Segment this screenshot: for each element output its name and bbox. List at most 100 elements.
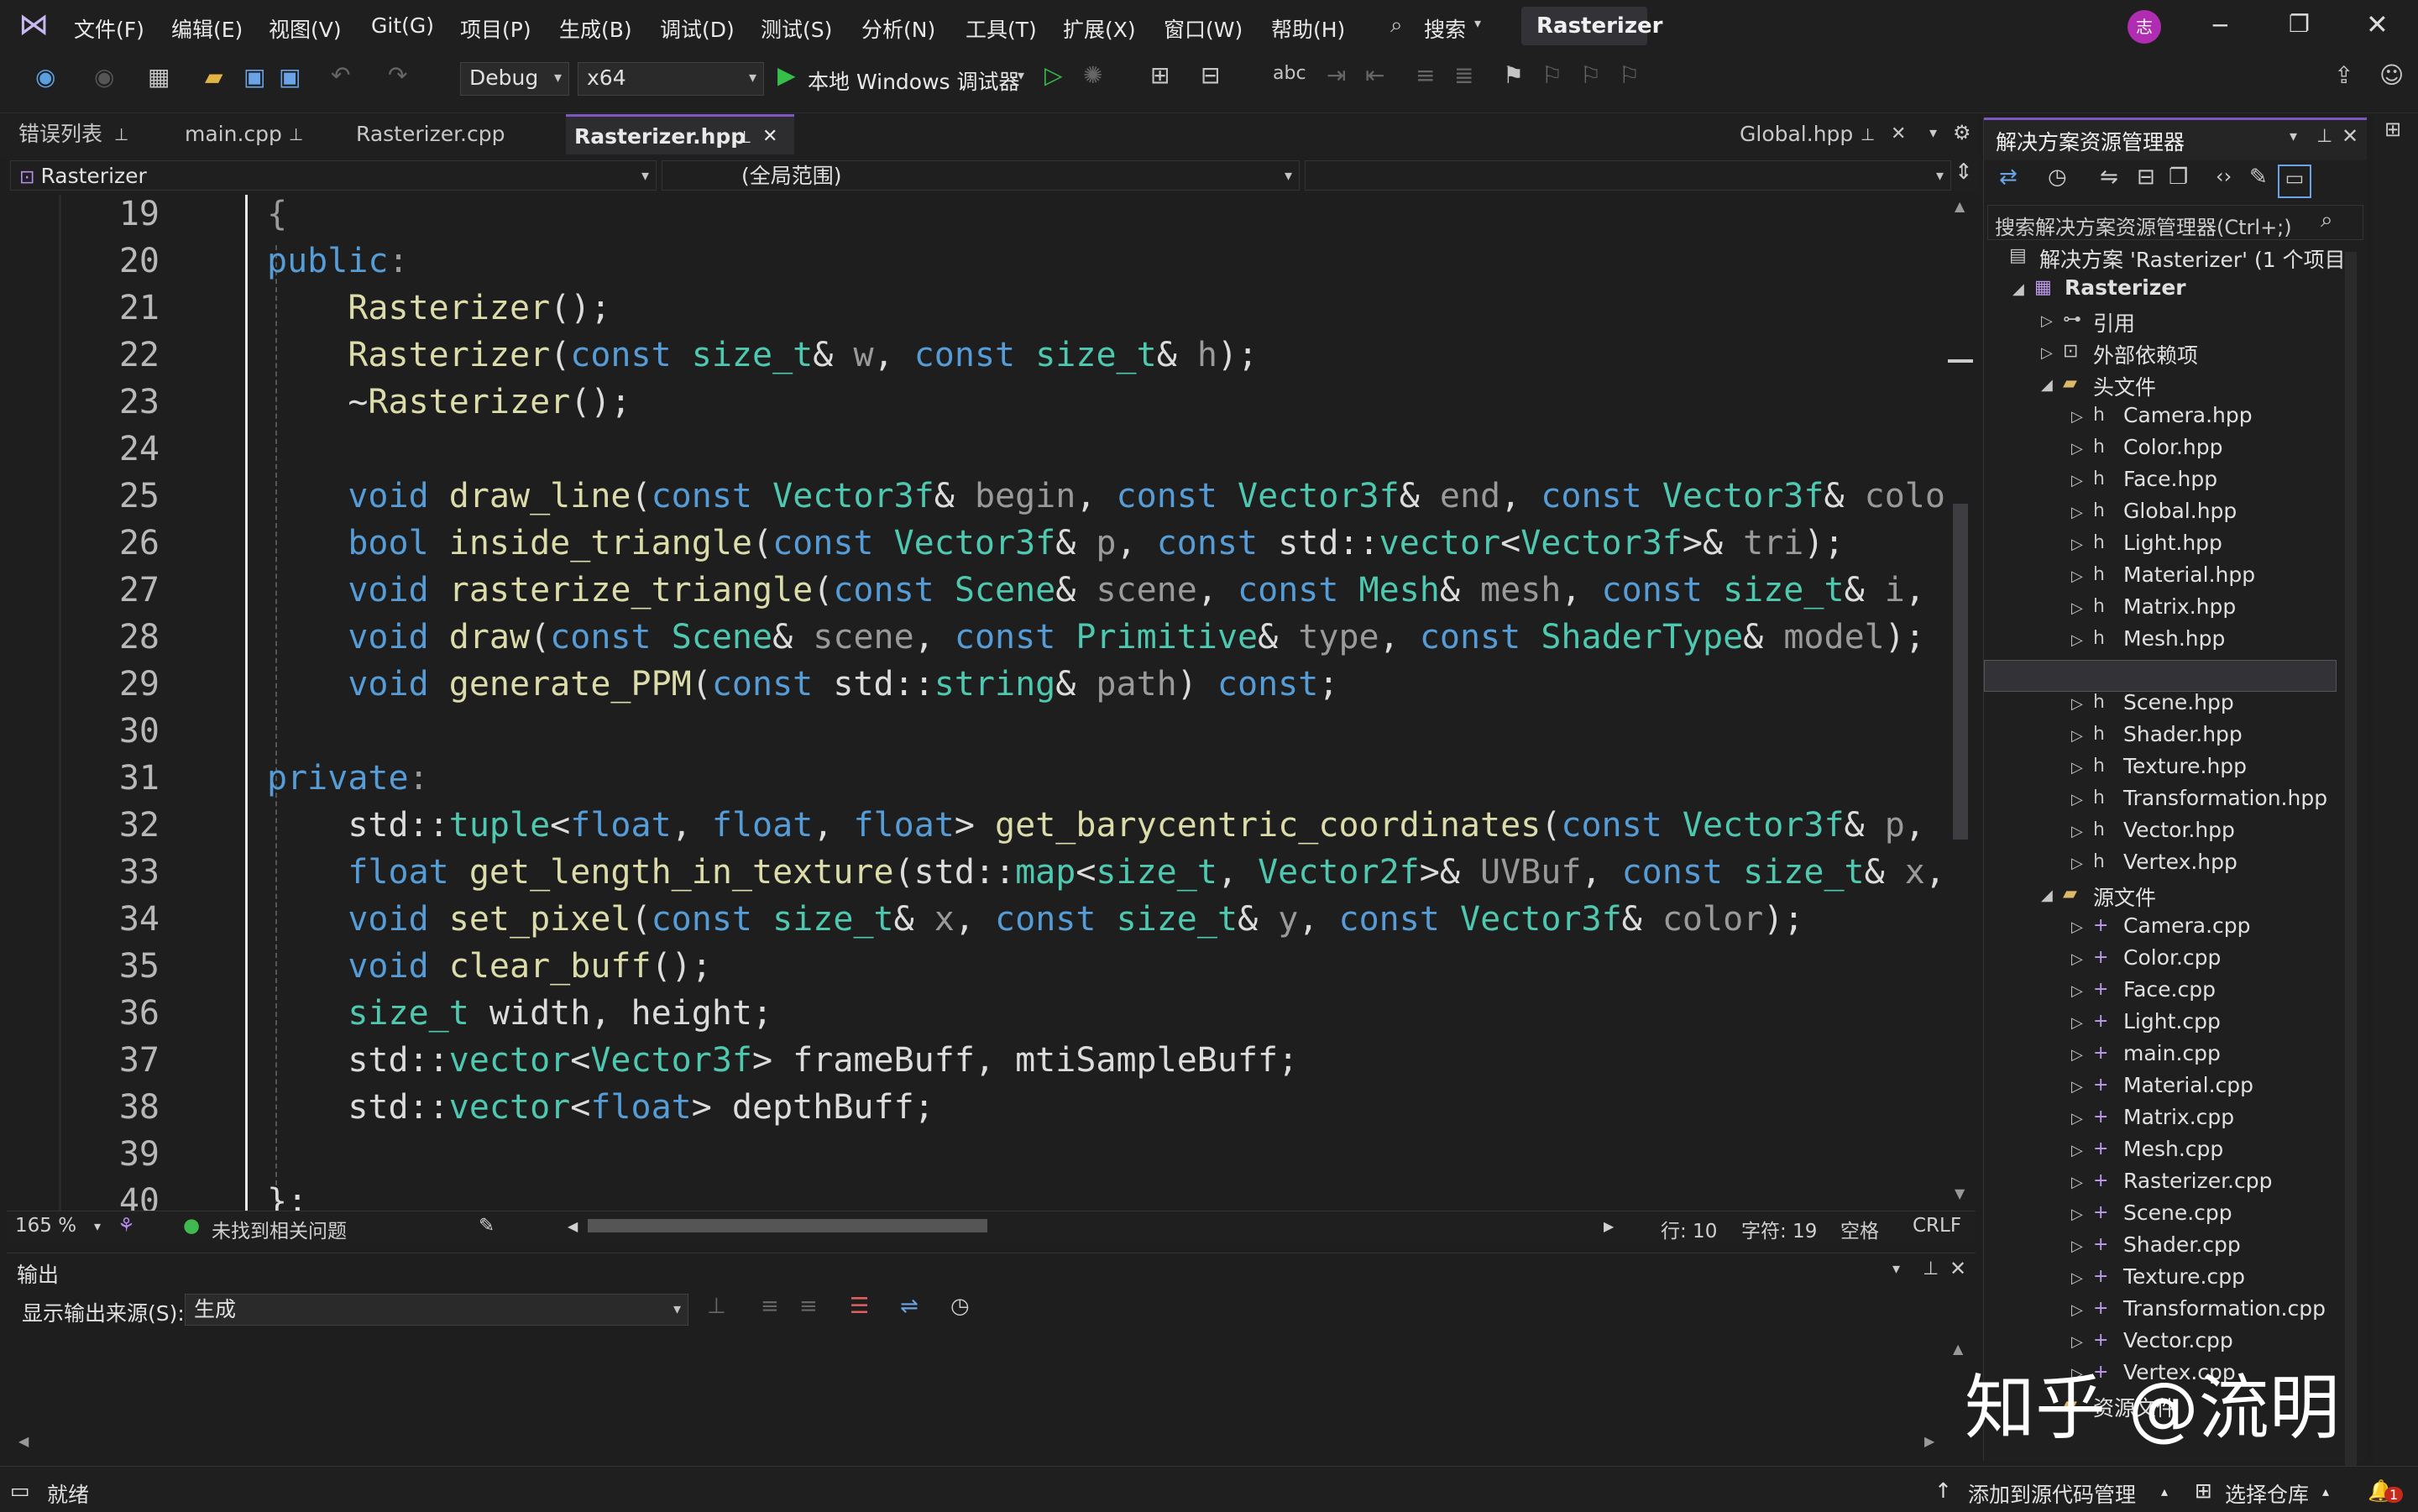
hot-reload-icon[interactable]: ✺ [1083, 62, 1102, 89]
collapse-all-icon[interactable]: ⊟ [2137, 165, 2155, 190]
uncomment-icon[interactable]: ≣ [1454, 62, 1473, 89]
next-bookmark-icon[interactable]: ⚐ [1580, 62, 1601, 89]
tree-item-source-file[interactable]: Scene.cpp [2123, 1201, 2232, 1225]
config-dropdown[interactable]: Debug ▾ [460, 62, 569, 96]
menu-item[interactable]: 窗口(W) [1164, 13, 1243, 44]
tree-item-source-file[interactable]: Face.cpp [2123, 977, 2216, 1002]
close-icon[interactable]: ✕ [2342, 124, 2358, 148]
code-line[interactable]: ~Rasterizer(); [267, 383, 631, 421]
tree-item-header-file[interactable]: Face.hpp [2123, 467, 2217, 491]
switch-views-icon[interactable]: ⇄ [1999, 165, 2018, 190]
code-line[interactable]: void generate_PPM(const std::string& pat… [267, 665, 1338, 704]
chevron-down-icon[interactable]: ▾ [2290, 128, 2297, 145]
tree-item-source-file[interactable]: Mesh.cpp [2123, 1137, 2223, 1161]
tree-item-references[interactable]: 引用 [2093, 307, 2135, 337]
clear-all-icon[interactable]: ☰ [850, 1294, 869, 1319]
history-icon[interactable]: ◷ [2048, 165, 2067, 190]
collapse-icon[interactable]: ◢ [2041, 887, 2053, 904]
vertical-scrollbar-thumb[interactable] [1953, 504, 1968, 840]
clock-icon[interactable]: ◷ [950, 1294, 970, 1319]
menu-item[interactable]: 视图(V) [269, 13, 342, 44]
bookmark-icon[interactable]: ⚑ [1503, 62, 1524, 89]
chevron-down-icon[interactable]: ▾ [94, 1218, 101, 1234]
code-line[interactable]: }; [267, 1182, 307, 1211]
menu-item[interactable]: Git(G) [371, 13, 434, 38]
properties-rail-icon[interactable]: ⊞ [2384, 118, 2401, 141]
menu-item[interactable]: 扩展(X) [1063, 13, 1136, 44]
code-line[interactable]: private: [267, 759, 429, 798]
output-scroll-up-icon[interactable]: ▲ [1953, 1341, 1963, 1357]
platform-dropdown[interactable]: x64 ▾ [578, 62, 764, 96]
expand-icon[interactable]: ▷ [2071, 1301, 2083, 1319]
cleanup-icon[interactable]: ✎ [479, 1215, 495, 1237]
tree-item-external-dependencies[interactable]: 外部依赖项 [2093, 339, 2198, 369]
tab-error-list[interactable]: 错误列表 ⊥ [10, 114, 178, 154]
avatar[interactable]: 志 [2128, 10, 2161, 44]
close-icon[interactable]: ✕ [1950, 1257, 1966, 1280]
code-line[interactable]: void draw(const Scene& scene, const Prim… [267, 618, 1925, 657]
minimize-button[interactable]: ─ [2213, 12, 2227, 39]
expand-icon[interactable]: ▷ [2071, 1269, 2083, 1287]
tree-item-source-file[interactable]: Vector.cpp [2123, 1328, 2233, 1352]
close-button[interactable]: ✕ [2366, 8, 2389, 40]
scroll-left-icon[interactable]: ◀ [568, 1218, 578, 1234]
debugger-label[interactable]: 本地 Windows 调试器 [808, 65, 1020, 96]
output-scroll-right-icon[interactable]: ▶ [1924, 1433, 1934, 1449]
intellicode-icon[interactable]: ⚘ [118, 1215, 135, 1237]
word-wrap-icon[interactable]: ⇌ [900, 1294, 919, 1319]
expand-icon[interactable]: ▷ [2071, 631, 2083, 649]
tab-rasterizer-hpp[interactable]: Rasterizer.hpp ⊥ ✕ [566, 114, 794, 154]
tree-scrollbar[interactable] [2345, 252, 2357, 1494]
menu-item[interactable]: 编辑(E) [171, 13, 243, 44]
code-line[interactable]: bool inside_triangle(const Vector3f& p, … [267, 524, 1844, 562]
menu-item[interactable]: 帮助(H) [1271, 13, 1345, 44]
expand-icon[interactable]: ▷ [2071, 536, 2083, 553]
tree-item-source-file[interactable]: Rasterizer.cpp [2123, 1169, 2273, 1193]
find-in-files-icon[interactable]: ⊞ [1150, 62, 1170, 89]
expand-icon[interactable]: ▷ [2071, 1078, 2083, 1096]
open-folder-icon[interactable]: ▰ [205, 64, 223, 91]
tree-item-source-file[interactable]: Color.cpp [2123, 945, 2221, 970]
pin-icon[interactable]: ⊥ [737, 117, 751, 157]
line-ending[interactable]: CRLF [1913, 1215, 1961, 1237]
code-line[interactable]: void clear_buff(); [267, 947, 712, 986]
collapse-icon[interactable]: ◢ [2012, 280, 2024, 298]
add-to-source-control[interactable]: 添加到源代码管理 [1968, 1478, 2136, 1509]
properties-icon[interactable]: ✎ [2249, 165, 2268, 190]
search-icon[interactable]: ⌕ [2321, 207, 2333, 233]
code-line[interactable]: Rasterizer(); [267, 289, 610, 327]
select-repository[interactable]: 选择仓库 [2225, 1478, 2309, 1509]
start-debug-icon[interactable]: ▶ [777, 62, 796, 89]
expand-icon[interactable]: ▷ [2071, 759, 2083, 777]
find-message-icon[interactable]: ⊥ [707, 1294, 726, 1319]
indent-icon[interactable]: ⇥ [1327, 62, 1346, 89]
cursor-column[interactable]: 字符: 19 [1741, 1215, 1817, 1243]
tree-item-headers-folder[interactable]: 头文件 [2093, 371, 2156, 401]
spell-check-icon[interactable]: abc [1273, 60, 1306, 87]
tree-item-header-file[interactable]: Matrix.hpp [2123, 594, 2236, 619]
split-icon[interactable]: ⇕ [1955, 160, 1973, 185]
expand-icon[interactable]: ▷ [2071, 504, 2083, 521]
scroll-right-icon[interactable]: ▶ [1604, 1218, 1614, 1234]
expand-icon[interactable]: ▷ [2071, 568, 2083, 585]
issues-status[interactable]: 未找到相关问题 [212, 1215, 347, 1243]
gear-icon[interactable]: ⚙ [1953, 121, 1971, 144]
expand-icon[interactable]: ▷ [2071, 440, 2083, 458]
expand-icon[interactable]: ▷ [2071, 599, 2083, 617]
code-line[interactable]: void rasterize_triangle(const Scene& sce… [267, 571, 1948, 610]
code-line[interactable]: void draw_line(const Vector3f& begin, co… [267, 477, 1948, 515]
tree-item-header-file[interactable]: Global.hpp [2123, 499, 2237, 523]
expand-icon[interactable]: ▷ [2071, 982, 2083, 1000]
save-all-icon[interactable]: ▣ [279, 64, 301, 91]
expand-icon[interactable]: ▷ [2071, 791, 2083, 808]
output-scroll-left-icon[interactable]: ◀ [18, 1433, 29, 1449]
search-icon[interactable]: ⌕ [1390, 12, 1403, 39]
prev-bookmark-icon[interactable]: ⚐ [1541, 62, 1562, 89]
tree-item-header-file[interactable]: Color.hpp [2123, 435, 2223, 459]
tree-item-source-file[interactable]: Transformation.cpp [2123, 1296, 2326, 1321]
solution-search-input[interactable]: 搜索解决方案资源管理器(Ctrl+;) ⌕ [1987, 205, 2363, 240]
pin-icon[interactable]: ⊥ [289, 114, 303, 154]
class-dropdown[interactable]: ⊡ Rasterizer ▾ [10, 160, 657, 191]
cursor-line[interactable]: 行: 10 [1661, 1215, 1717, 1243]
menu-item[interactable]: 项目(P) [460, 13, 531, 44]
